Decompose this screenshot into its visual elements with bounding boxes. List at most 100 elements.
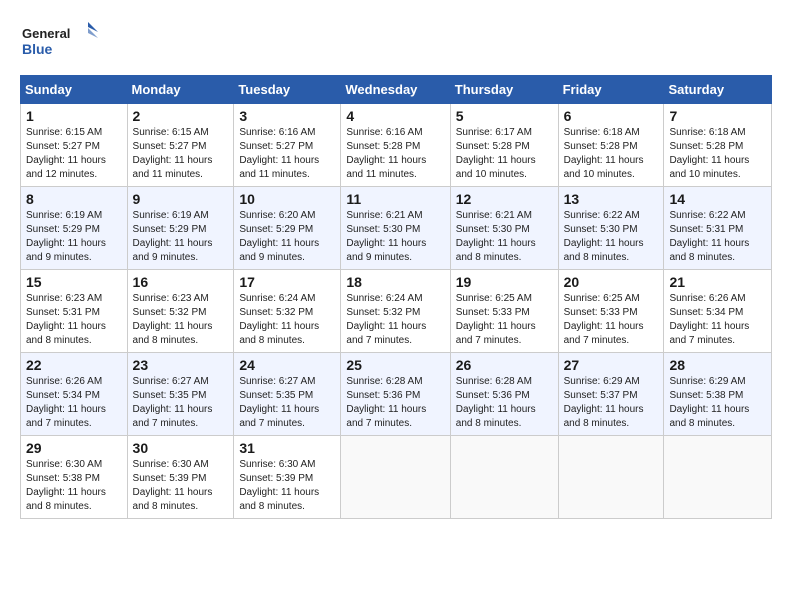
- day-info: Sunrise: 6:24 AMSunset: 5:32 PMDaylight:…: [346, 292, 444, 348]
- day-number: 26: [456, 357, 553, 373]
- svg-text:General: General: [22, 26, 70, 41]
- calendar-cell: 7 Sunrise: 6:18 AMSunset: 5:28 PMDaylight…: [664, 104, 772, 187]
- day-info: Sunrise: 6:28 AMSunset: 5:36 PMDaylight:…: [456, 375, 553, 431]
- day-number: 25: [346, 357, 444, 373]
- day-info: Sunrise: 6:21 AMSunset: 5:30 PMDaylight:…: [456, 209, 553, 265]
- day-info: Sunrise: 6:17 AMSunset: 5:28 PMDaylight:…: [456, 126, 553, 182]
- day-info: Sunrise: 6:27 AMSunset: 5:35 PMDaylight:…: [239, 375, 335, 431]
- day-number: 31: [239, 440, 335, 456]
- calendar-cell: 1 Sunrise: 6:15 AMSunset: 5:27 PMDaylight…: [21, 104, 128, 187]
- day-number: 24: [239, 357, 335, 373]
- day-number: 8: [26, 191, 122, 207]
- calendar-table: SundayMondayTuesdayWednesdayThursdayFrid…: [20, 75, 772, 519]
- calendar-week-row: 1 Sunrise: 6:15 AMSunset: 5:27 PMDaylight…: [21, 104, 772, 187]
- calendar-cell: 2 Sunrise: 6:15 AMSunset: 5:27 PMDaylight…: [127, 104, 234, 187]
- logo: General Blue: [20, 20, 100, 65]
- day-number: 21: [669, 274, 766, 290]
- calendar-cell: 23 Sunrise: 6:27 AMSunset: 5:35 PMDayligh…: [127, 353, 234, 436]
- calendar-cell: 14 Sunrise: 6:22 AMSunset: 5:31 PMDayligh…: [664, 187, 772, 270]
- day-number: 5: [456, 108, 553, 124]
- day-info: Sunrise: 6:26 AMSunset: 5:34 PMDaylight:…: [26, 375, 122, 431]
- day-number: 9: [133, 191, 229, 207]
- day-info: Sunrise: 6:16 AMSunset: 5:28 PMDaylight:…: [346, 126, 444, 182]
- calendar-week-row: 8 Sunrise: 6:19 AMSunset: 5:29 PMDaylight…: [21, 187, 772, 270]
- calendar-cell: 3 Sunrise: 6:16 AMSunset: 5:27 PMDaylight…: [234, 104, 341, 187]
- day-of-week-header: Wednesday: [341, 76, 450, 104]
- day-info: Sunrise: 6:26 AMSunset: 5:34 PMDaylight:…: [669, 292, 766, 348]
- day-info: Sunrise: 6:30 AMSunset: 5:39 PMDaylight:…: [133, 458, 229, 514]
- day-info: Sunrise: 6:21 AMSunset: 5:30 PMDaylight:…: [346, 209, 444, 265]
- calendar-cell: 30 Sunrise: 6:30 AMSunset: 5:39 PMDayligh…: [127, 436, 234, 519]
- day-info: Sunrise: 6:16 AMSunset: 5:27 PMDaylight:…: [239, 126, 335, 182]
- day-number: 22: [26, 357, 122, 373]
- day-info: Sunrise: 6:30 AMSunset: 5:39 PMDaylight:…: [239, 458, 335, 514]
- day-info: Sunrise: 6:15 AMSunset: 5:27 PMDaylight:…: [133, 126, 229, 182]
- day-info: Sunrise: 6:30 AMSunset: 5:38 PMDaylight:…: [26, 458, 122, 514]
- day-info: Sunrise: 6:28 AMSunset: 5:36 PMDaylight:…: [346, 375, 444, 431]
- day-number: 3: [239, 108, 335, 124]
- day-number: 20: [564, 274, 659, 290]
- day-of-week-header: Sunday: [21, 76, 128, 104]
- day-number: 29: [26, 440, 122, 456]
- calendar-week-row: 29 Sunrise: 6:30 AMSunset: 5:38 PMDayligh…: [21, 436, 772, 519]
- day-info: Sunrise: 6:15 AMSunset: 5:27 PMDaylight:…: [26, 126, 122, 182]
- day-number: 16: [133, 274, 229, 290]
- day-info: Sunrise: 6:18 AMSunset: 5:28 PMDaylight:…: [564, 126, 659, 182]
- calendar-cell: [558, 436, 664, 519]
- calendar-cell: 8 Sunrise: 6:19 AMSunset: 5:29 PMDaylight…: [21, 187, 128, 270]
- calendar-cell: 31 Sunrise: 6:30 AMSunset: 5:39 PMDayligh…: [234, 436, 341, 519]
- logo-svg: General Blue: [20, 20, 100, 65]
- calendar-cell: [450, 436, 558, 519]
- calendar-cell: 19Sunrise: 6:25 AMSunset: 5:33 PMDayligh…: [450, 270, 558, 353]
- calendar-cell: 20 Sunrise: 6:25 AMSunset: 5:33 PMDayligh…: [558, 270, 664, 353]
- calendar-cell: 21 Sunrise: 6:26 AMSunset: 5:34 PMDayligh…: [664, 270, 772, 353]
- calendar-cell: 17 Sunrise: 6:24 AMSunset: 5:32 PMDayligh…: [234, 270, 341, 353]
- day-info: Sunrise: 6:22 AMSunset: 5:31 PMDaylight:…: [669, 209, 766, 265]
- day-number: 17: [239, 274, 335, 290]
- day-number: 12: [456, 191, 553, 207]
- day-number: 28: [669, 357, 766, 373]
- day-info: Sunrise: 6:25 AMSunset: 5:33 PMDaylight:…: [564, 292, 659, 348]
- calendar-cell: 28 Sunrise: 6:29 AMSunset: 5:38 PMDayligh…: [664, 353, 772, 436]
- day-of-week-header: Friday: [558, 76, 664, 104]
- day-of-week-header: Tuesday: [234, 76, 341, 104]
- day-info: Sunrise: 6:29 AMSunset: 5:37 PMDaylight:…: [564, 375, 659, 431]
- day-info: Sunrise: 6:27 AMSunset: 5:35 PMDaylight:…: [133, 375, 229, 431]
- calendar-cell: 13 Sunrise: 6:22 AMSunset: 5:30 PMDayligh…: [558, 187, 664, 270]
- day-number: 1: [26, 108, 122, 124]
- day-number: 10: [239, 191, 335, 207]
- calendar-cell: 6 Sunrise: 6:18 AMSunset: 5:28 PMDaylight…: [558, 104, 664, 187]
- day-number: 18: [346, 274, 444, 290]
- calendar-cell: 11Sunrise: 6:21 AMSunset: 5:30 PMDayligh…: [341, 187, 450, 270]
- calendar-cell: 29 Sunrise: 6:30 AMSunset: 5:38 PMDayligh…: [21, 436, 128, 519]
- day-of-week-header: Saturday: [664, 76, 772, 104]
- day-info: Sunrise: 6:29 AMSunset: 5:38 PMDaylight:…: [669, 375, 766, 431]
- calendar-header-row: SundayMondayTuesdayWednesdayThursdayFrid…: [21, 76, 772, 104]
- day-info: Sunrise: 6:24 AMSunset: 5:32 PMDaylight:…: [239, 292, 335, 348]
- day-number: 13: [564, 191, 659, 207]
- day-info: Sunrise: 6:23 AMSunset: 5:32 PMDaylight:…: [133, 292, 229, 348]
- day-number: 23: [133, 357, 229, 373]
- day-number: 27: [564, 357, 659, 373]
- day-info: Sunrise: 6:22 AMSunset: 5:30 PMDaylight:…: [564, 209, 659, 265]
- day-info: Sunrise: 6:25 AMSunset: 5:33 PMDaylight:…: [456, 292, 553, 348]
- calendar-cell: 5 Sunrise: 6:17 AMSunset: 5:28 PMDaylight…: [450, 104, 558, 187]
- day-number: 6: [564, 108, 659, 124]
- calendar-cell: 27 Sunrise: 6:29 AMSunset: 5:37 PMDayligh…: [558, 353, 664, 436]
- calendar-cell: 18 Sunrise: 6:24 AMSunset: 5:32 PMDayligh…: [341, 270, 450, 353]
- calendar-week-row: 22 Sunrise: 6:26 AMSunset: 5:34 PMDayligh…: [21, 353, 772, 436]
- calendar-cell: [341, 436, 450, 519]
- day-number: 14: [669, 191, 766, 207]
- calendar-cell: 12 Sunrise: 6:21 AMSunset: 5:30 PMDayligh…: [450, 187, 558, 270]
- day-info: Sunrise: 6:18 AMSunset: 5:28 PMDaylight:…: [669, 126, 766, 182]
- calendar-cell: [664, 436, 772, 519]
- calendar-cell: 16 Sunrise: 6:23 AMSunset: 5:32 PMDayligh…: [127, 270, 234, 353]
- day-info: Sunrise: 6:19 AMSunset: 5:29 PMDaylight:…: [26, 209, 122, 265]
- day-number: 15: [26, 274, 122, 290]
- day-number: 30: [133, 440, 229, 456]
- calendar-cell: 10 Sunrise: 6:20 AMSunset: 5:29 PMDayligh…: [234, 187, 341, 270]
- day-of-week-header: Thursday: [450, 76, 558, 104]
- day-number: 7: [669, 108, 766, 124]
- day-info: Sunrise: 6:20 AMSunset: 5:29 PMDaylight:…: [239, 209, 335, 265]
- day-number: 2: [133, 108, 229, 124]
